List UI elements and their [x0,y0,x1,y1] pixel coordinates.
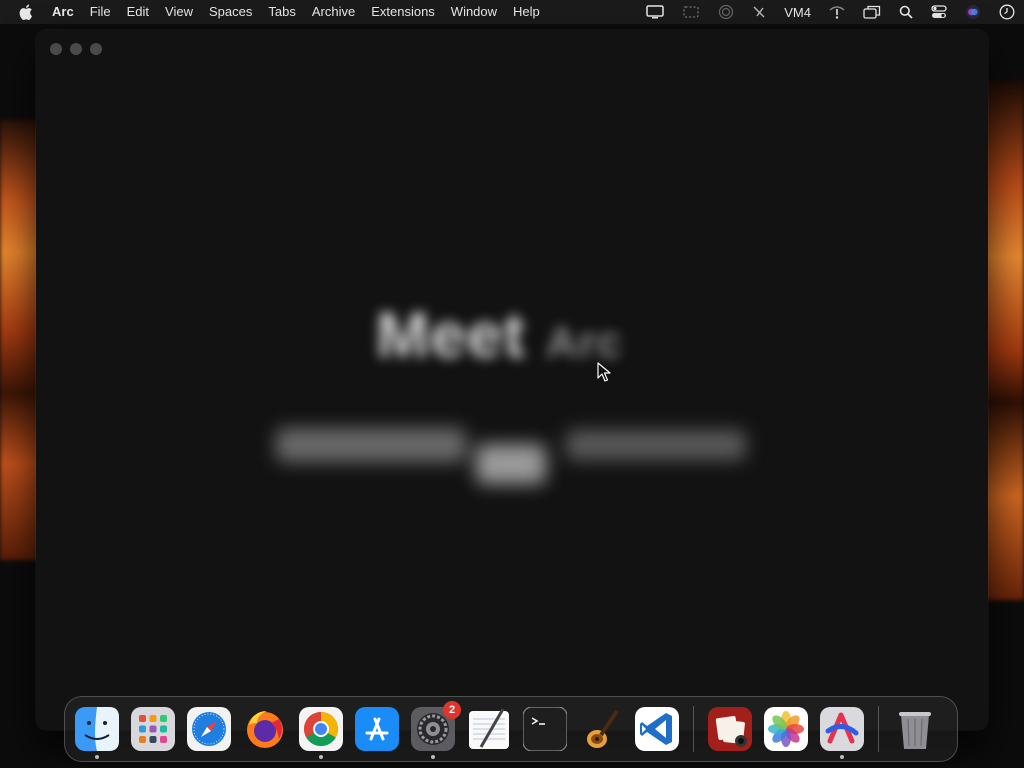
dock-arc[interactable] [820,707,864,759]
menu-bar: Arc File Edit View Spaces Tabs Archive E… [0,0,1024,24]
window-traffic-lights [50,43,102,55]
chrome-icon [299,707,343,751]
pen-slash-icon[interactable] [752,5,766,19]
subtitle-blur-segment [276,428,466,462]
vscode-icon [635,707,679,751]
clock-icon[interactable] [999,4,1015,20]
vm-label[interactable]: VM4 [784,5,811,20]
apple-menu-icon[interactable] [18,4,34,20]
menu-view[interactable]: View [157,0,201,24]
menu-window[interactable]: Window [443,0,505,24]
menu-help[interactable]: Help [505,0,548,24]
dock-vscode[interactable] [635,707,679,751]
zoom-window-button[interactable] [90,43,102,55]
menu-edit[interactable]: Edit [119,0,157,24]
dock-photo-booth[interactable] [708,707,752,751]
menu-app-name[interactable]: Arc [44,0,82,24]
dock-garageband[interactable] [579,707,623,751]
running-indicator [319,755,323,759]
photo-booth-icon [708,707,752,751]
dock-trash[interactable] [893,707,937,751]
search-icon[interactable] [899,5,913,19]
splash-title: Meet Arc [376,298,622,372]
dock-photos[interactable] [764,707,808,751]
siri-icon[interactable] [965,4,981,20]
mouse-cursor-icon [597,362,611,387]
dock-finder[interactable] [75,707,119,759]
notification-badge: 2 [443,701,461,719]
launchpad-icon [131,707,175,751]
dock-firefox[interactable] [243,707,287,751]
subtitle-blur-segment [566,430,746,460]
splash-title-text: Meet [376,299,526,371]
menu-archive[interactable]: Archive [304,0,363,24]
running-indicator [431,755,435,759]
minimize-window-button[interactable] [70,43,82,55]
firefox-icon [247,711,283,748]
dock-chrome[interactable] [299,707,343,759]
airdrop-icon[interactable] [718,4,734,20]
menu-file[interactable]: File [82,0,119,24]
dock-system-settings[interactable]: 2 [411,701,461,759]
screen-mirror-icon[interactable] [682,5,700,19]
control-center-icon[interactable] [931,5,947,19]
dock-textedit[interactable] [467,707,511,751]
menu-bar-status-area: VM4 [637,0,1024,24]
window-overlap-icon[interactable] [863,5,881,19]
menu-spaces[interactable]: Spaces [201,0,260,24]
dock-separator [878,706,879,752]
dock-terminal[interactable] [523,707,567,751]
dock-launchpad[interactable] [131,707,175,751]
wifi-icon[interactable] [829,5,845,19]
dock-app-store[interactable] [355,707,399,751]
terminal-icon [523,707,567,751]
running-indicator [95,755,99,759]
garageband-icon [587,709,619,748]
dock: 2 [64,696,958,762]
finder-icon [75,707,119,751]
splash-subtitle-blurred [276,422,756,484]
safari-icon [187,707,231,751]
close-window-button[interactable] [50,43,62,55]
textedit-icon [469,708,509,749]
running-indicator [840,755,844,759]
arc-icon [820,707,864,751]
photos-icon [764,707,808,751]
dock-safari[interactable] [187,707,231,751]
menu-tabs[interactable]: Tabs [260,0,303,24]
subtitle-blur-segment [476,444,546,484]
trash-icon [899,712,931,749]
display-icon[interactable] [646,5,665,19]
app-store-icon [355,707,399,751]
dock-separator [693,706,694,752]
menu-extensions[interactable]: Extensions [363,0,443,24]
arc-window: Meet Arc [36,30,988,730]
splash-title-suffix: Arc [545,318,623,367]
